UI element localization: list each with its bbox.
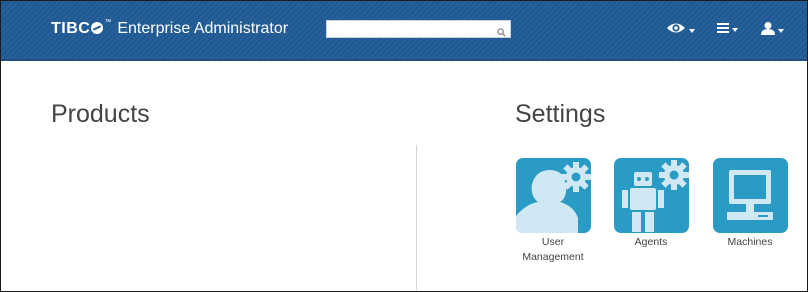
settings-heading: Settings — [515, 100, 606, 128]
main-menu-button[interactable] — [717, 21, 738, 39]
tibco-logo: TIBC — [51, 20, 104, 38]
search-icon[interactable] — [497, 24, 506, 42]
tile-label: Machines — [727, 236, 773, 248]
computer-icon — [712, 158, 788, 233]
tile-label: Agents — [634, 236, 668, 248]
top-navbar: TIBC ™ Enterprise Administrator — [1, 1, 807, 61]
user-menu-button[interactable] — [761, 21, 784, 40]
logo-o-icon — [91, 22, 104, 34]
chevron-down-icon — [732, 28, 738, 32]
search-input[interactable] — [327, 23, 495, 39]
view-menu-button[interactable] — [666, 21, 695, 40]
search-box[interactable] — [326, 20, 511, 39]
app-title: Enterprise Administrator — [117, 20, 289, 37]
eye-icon — [666, 21, 686, 40]
section-divider — [416, 145, 417, 290]
user-gear-icon — [515, 158, 591, 233]
brand[interactable]: TIBC ™ Enterprise Administrator — [51, 19, 289, 38]
products-heading: Products — [51, 100, 150, 128]
chevron-down-icon — [689, 28, 695, 33]
trademark: ™ — [104, 19, 112, 26]
chevron-down-icon — [778, 28, 784, 33]
robot-gear-icon — [613, 158, 689, 233]
user-management-tile[interactable]: User Management — [513, 158, 593, 265]
machines-tile[interactable]: Machines — [710, 158, 790, 250]
agents-tile[interactable]: Agents — [611, 158, 691, 250]
tile-label: User Management — [522, 236, 584, 263]
user-icon — [761, 21, 775, 40]
menu-icon — [717, 21, 729, 39]
